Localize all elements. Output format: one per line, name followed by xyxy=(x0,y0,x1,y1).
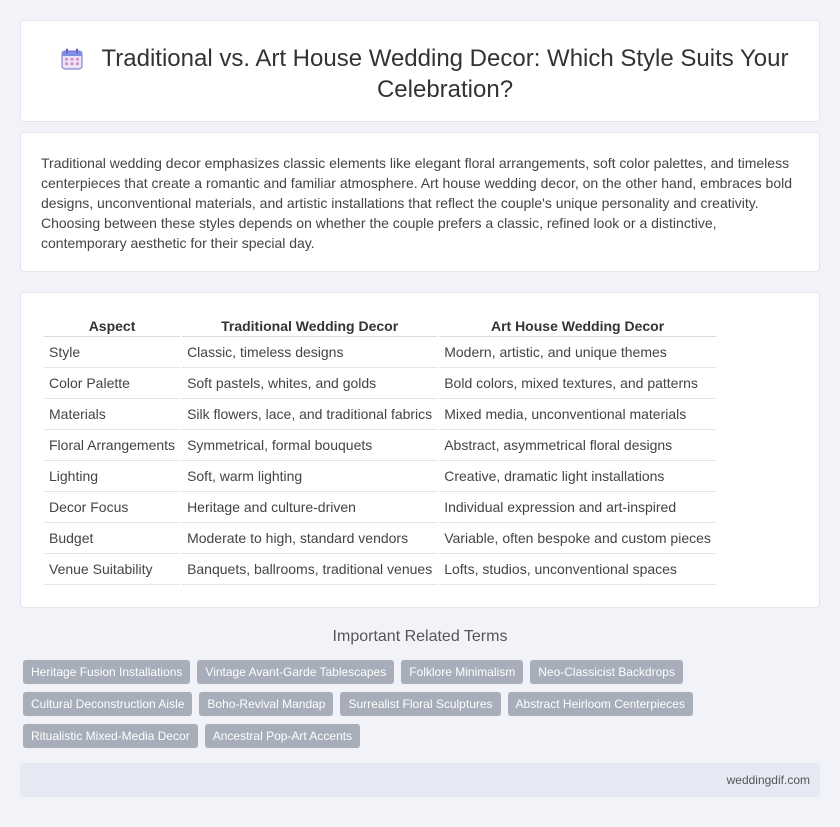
related-term-tag[interactable]: Abstract Heirloom Centerpieces xyxy=(507,692,693,716)
title-card: Traditional vs. Art House Wedding Decor:… xyxy=(20,20,820,122)
cell-aspect: Budget xyxy=(44,523,181,554)
cell-traditional: Silk flowers, lace, and traditional fabr… xyxy=(182,399,438,430)
related-term-tag[interactable]: Surrealist Floral Sculptures xyxy=(340,692,501,716)
cell-traditional: Symmetrical, formal bouquets xyxy=(182,430,438,461)
cell-art-house: Individual expression and art-inspired xyxy=(439,492,716,523)
table-row: Venue Suitability Banquets, ballrooms, t… xyxy=(44,554,716,585)
cell-art-house: Bold colors, mixed textures, and pattern… xyxy=(439,368,716,399)
footer: weddingdif.com xyxy=(20,763,820,797)
related-term-tag[interactable]: Folklore Minimalism xyxy=(401,660,524,684)
related-terms-heading: Important Related Terms xyxy=(332,628,508,645)
related-terms-list: Heritage Fusion Installations Vintage Av… xyxy=(23,660,823,756)
footer-site-link[interactable]: weddingdif.com xyxy=(727,773,810,787)
table-row: Materials Silk flowers, lace, and tradit… xyxy=(44,399,716,430)
table-row: Decor Focus Heritage and culture-driven … xyxy=(44,492,716,523)
related-term-tag[interactable]: Ancestral Pop-Art Accents xyxy=(204,724,361,748)
page-title: Traditional vs. Art House Wedding Decor:… xyxy=(101,45,789,103)
cell-art-house: Creative, dramatic light installations xyxy=(439,461,716,492)
cell-traditional: Moderate to high, standard vendors xyxy=(182,523,438,554)
table-header-row: Aspect Traditional Wedding Decor Art Hou… xyxy=(44,316,716,337)
table-row: Lighting Soft, warm lighting Creative, d… xyxy=(44,461,716,492)
cell-aspect: Materials xyxy=(44,399,181,430)
cell-aspect: Floral Arrangements xyxy=(44,430,181,461)
cell-traditional: Heritage and culture-driven xyxy=(182,492,438,523)
intro-card: Traditional wedding decor emphasizes cla… xyxy=(20,132,820,272)
header-art-house: Art House Wedding Decor xyxy=(439,316,716,337)
table-row: Style Classic, timeless designs Modern, … xyxy=(44,337,716,368)
cell-traditional: Soft, warm lighting xyxy=(182,461,438,492)
tag-row: Heritage Fusion Installations Vintage Av… xyxy=(23,660,823,684)
cell-traditional: Banquets, ballrooms, traditional venues xyxy=(182,554,438,585)
related-term-tag[interactable]: Vintage Avant-Garde Tablescapes xyxy=(197,660,395,684)
cell-art-house: Lofts, studios, unconventional spaces xyxy=(439,554,716,585)
related-term-tag[interactable]: Heritage Fusion Installations xyxy=(23,660,191,684)
cell-traditional: Soft pastels, whites, and golds xyxy=(182,368,438,399)
comparison-table: Aspect Traditional Wedding Decor Art Hou… xyxy=(42,316,718,585)
cell-aspect: Decor Focus xyxy=(44,492,181,523)
related-term-tag[interactable]: Ritualistic Mixed-Media Decor xyxy=(23,724,198,748)
tag-row: Cultural Deconstruction Aisle Boho-Reviv… xyxy=(23,692,823,716)
header-traditional: Traditional Wedding Decor xyxy=(182,316,438,337)
cell-aspect: Lighting xyxy=(44,461,181,492)
table-row: Floral Arrangements Symmetrical, formal … xyxy=(44,430,716,461)
cell-aspect: Venue Suitability xyxy=(44,554,181,585)
related-term-tag[interactable]: Neo-Classicist Backdrops xyxy=(530,660,683,684)
cell-art-house: Modern, artistic, and unique themes xyxy=(439,337,716,368)
cell-aspect: Style xyxy=(44,337,181,368)
calendar-icon xyxy=(61,48,83,70)
intro-paragraph: Traditional wedding decor emphasizes cla… xyxy=(41,155,792,251)
header-aspect: Aspect xyxy=(44,316,181,337)
comparison-card: Aspect Traditional Wedding Decor Art Hou… xyxy=(20,292,820,608)
cell-art-house: Variable, often bespoke and custom piece… xyxy=(439,523,716,554)
cell-aspect: Color Palette xyxy=(44,368,181,399)
cell-art-house: Abstract, asymmetrical floral designs xyxy=(439,430,716,461)
related-term-tag[interactable]: Cultural Deconstruction Aisle xyxy=(23,692,193,716)
related-term-tag[interactable]: Boho-Revival Mandap xyxy=(199,692,334,716)
cell-traditional: Classic, timeless designs xyxy=(182,337,438,368)
tag-row: Ritualistic Mixed-Media Decor Ancestral … xyxy=(23,724,823,748)
table-row: Color Palette Soft pastels, whites, and … xyxy=(44,368,716,399)
table-row: Budget Moderate to high, standard vendor… xyxy=(44,523,716,554)
cell-art-house: Mixed media, unconventional materials xyxy=(439,399,716,430)
